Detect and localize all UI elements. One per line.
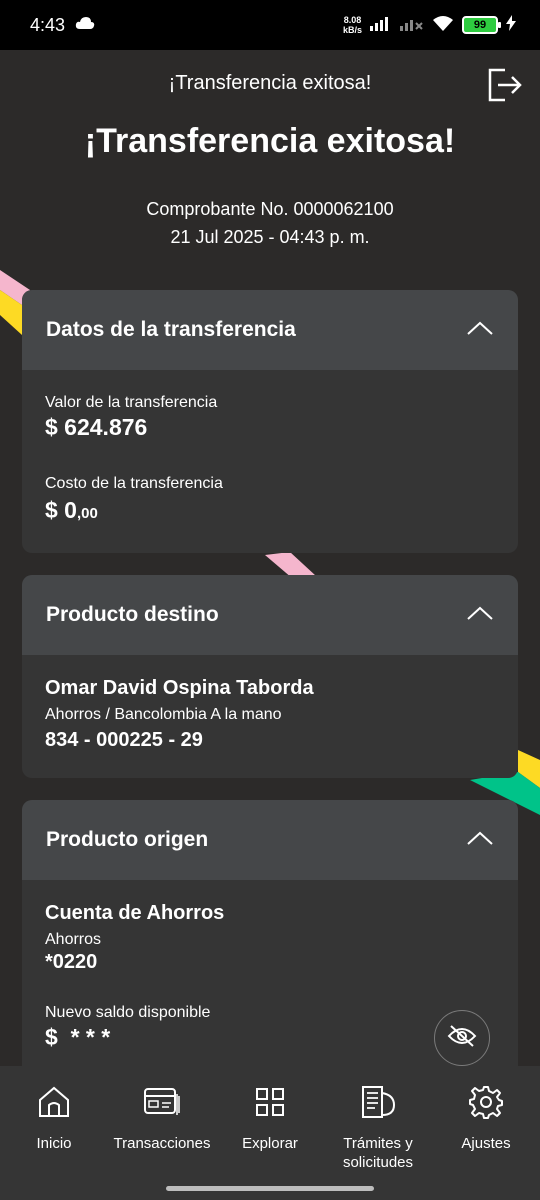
receipt-info: Comprobante No. 0000062100 21 Jul 2025 -… xyxy=(0,195,540,251)
charging-icon xyxy=(506,14,516,36)
origin-name: Cuenta de Ahorros xyxy=(45,902,225,924)
documents-icon xyxy=(324,1082,432,1122)
signal-icon xyxy=(370,15,392,36)
home-indicator[interactable] xyxy=(166,1186,374,1191)
destination-card: Producto destino Omar David Ospina Tabor… xyxy=(22,575,518,778)
destination-account-number: 834 - 000225 - 29 xyxy=(45,729,203,751)
eye-off-icon xyxy=(447,1024,477,1053)
cost-label: Costo de la transferencia xyxy=(45,475,223,492)
card-transfer-icon xyxy=(108,1082,216,1122)
net-speed: 8.08 kB/s xyxy=(342,15,362,35)
chevron-up-icon[interactable] xyxy=(466,605,494,626)
chevron-up-icon[interactable] xyxy=(466,830,494,851)
destination-name: Omar David Ospina Taborda xyxy=(45,677,314,699)
destination-header[interactable]: Producto destino xyxy=(22,575,518,655)
origin-account-number: *0220 xyxy=(45,951,98,973)
transfer-details-header[interactable]: Datos de la transferencia xyxy=(22,290,518,370)
logout-icon xyxy=(487,68,523,107)
logout-button[interactable] xyxy=(486,68,524,106)
grid-icon xyxy=(216,1082,324,1122)
nav-item-inicio[interactable]: Inicio xyxy=(0,1082,108,1153)
status-time: 4:43 xyxy=(30,14,66,35)
origin-account-type: Ahorros xyxy=(45,931,102,948)
chevron-up-icon[interactable] xyxy=(466,320,494,341)
nav-item-ajustes[interactable]: Ajustes xyxy=(432,1082,540,1153)
amount-value: $ 624.876 xyxy=(45,414,148,440)
battery-indicator: 99 xyxy=(462,16,501,34)
header-title: ¡Transferencia exitosa! xyxy=(168,72,372,94)
nav-item-explorar[interactable]: Explorar xyxy=(216,1082,324,1153)
gear-icon xyxy=(432,1082,540,1122)
toggle-balance-button[interactable] xyxy=(434,1010,490,1066)
card-title: Producto destino xyxy=(46,603,219,626)
bottom-nav: Inicio Transacciones Explorar Trámites y… xyxy=(0,1066,540,1200)
card-title: Producto origen xyxy=(46,828,209,851)
card-title: Datos de la transferencia xyxy=(46,318,296,341)
wifi-icon xyxy=(432,15,454,36)
home-icon xyxy=(0,1082,108,1122)
cloud-icon xyxy=(75,16,95,35)
balance-value: $ * * * xyxy=(45,1024,111,1050)
receipt-datetime: 21 Jul 2025 - 04:43 p. m. xyxy=(170,227,370,247)
status-bar: 4:43 8.08 kB/s 99 xyxy=(0,0,540,50)
cost-value: $ 0,00 xyxy=(45,497,98,523)
balance-label: Nuevo saldo disponible xyxy=(45,1004,211,1021)
nav-item-transacciones[interactable]: Transacciones xyxy=(108,1082,216,1153)
receipt-number: Comprobante No. 0000062100 xyxy=(146,199,394,219)
nav-item-tramites[interactable]: Trámites y solicitudes xyxy=(324,1082,432,1172)
signal-weak-icon xyxy=(400,15,424,36)
amount-label: Valor de la transferencia xyxy=(45,394,218,411)
page-title: ¡Transferencia exitosa! xyxy=(84,122,456,160)
transfer-details-card: Datos de la transferencia Valor de la tr… xyxy=(22,290,518,553)
origin-card: Producto origen Cuenta de Ahorros Ahorro… xyxy=(22,800,518,1080)
origin-header[interactable]: Producto origen xyxy=(22,800,518,880)
destination-account-type: Ahorros / Bancolombia A la mano xyxy=(45,706,282,723)
